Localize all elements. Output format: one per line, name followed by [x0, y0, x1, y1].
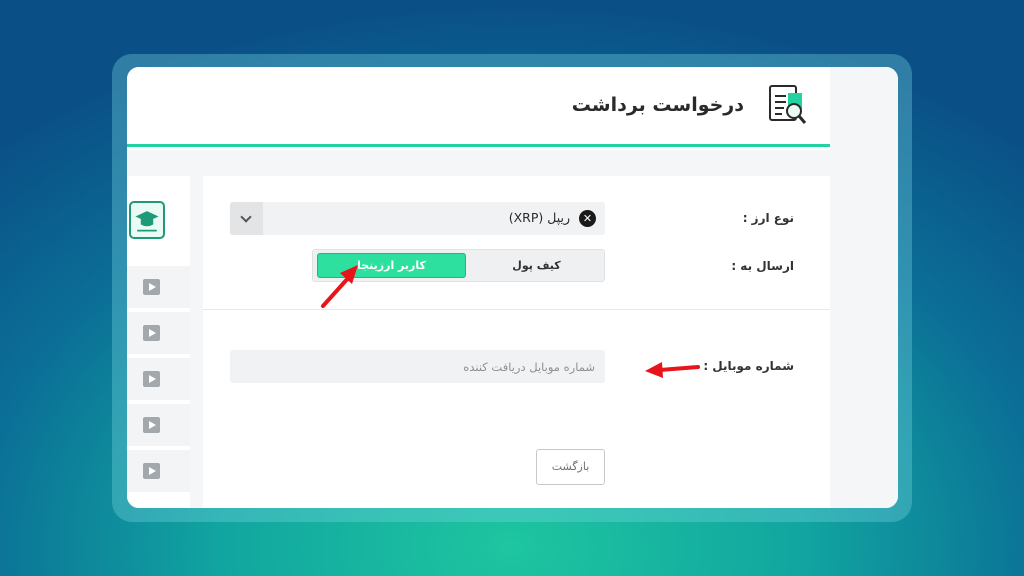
annotation-arrow-mobile [645, 362, 700, 378]
annotation-arrow-toggle [321, 265, 358, 308]
annotation-arrows [321, 265, 700, 378]
